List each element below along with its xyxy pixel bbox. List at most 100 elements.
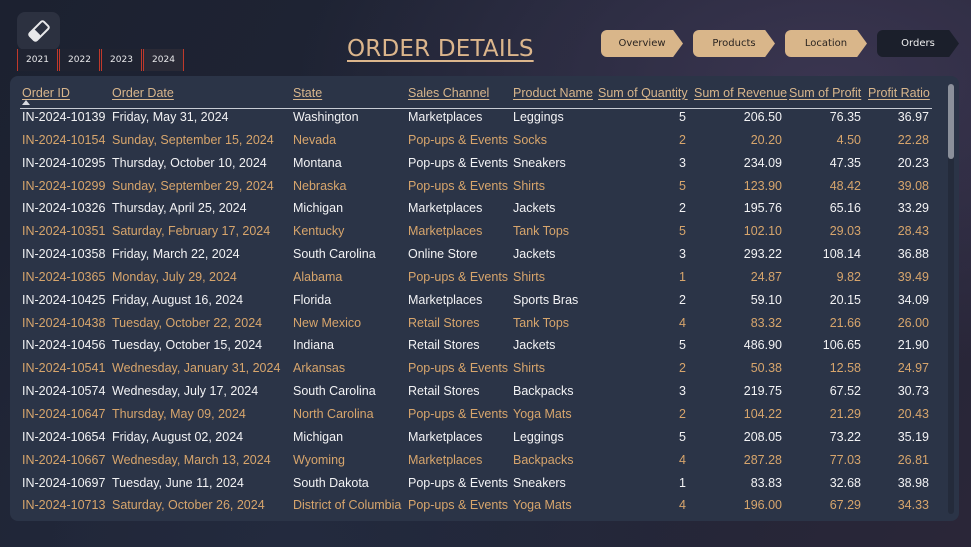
cell-sales-channel: Retail Stores [408, 315, 480, 330]
cell-sum-of-quantity: 3 [679, 384, 686, 399]
table-row[interactable]: IN-2024-10667 Wednesday, March 13, 2024 Wy… [10, 449, 950, 472]
cell-profit-ratio: 39.08 [897, 178, 929, 193]
cell-sum-of-revenue: 208.05 [743, 429, 782, 444]
cell-order-date: Wednesday, March 13, 2024 [112, 452, 271, 467]
cell-product-name: Tank Tops [513, 224, 570, 239]
nav-location-button[interactable]: Location [785, 30, 867, 57]
cell-sum-of-profit: 65.16 [829, 201, 861, 216]
cell-product-name: Shirts [513, 361, 545, 376]
cell-sales-channel: Pop-ups & Events [408, 498, 509, 513]
nav-orders-button[interactable]: Orders [877, 30, 959, 57]
cell-state: South Dakota [293, 475, 369, 490]
logo-button[interactable] [17, 12, 60, 50]
cell-product-name: Sports Bras [513, 292, 579, 307]
table-row[interactable]: IN-2024-10351 Saturday, February 17, 2024… [10, 220, 950, 243]
cell-sales-channel: Pop-ups & Events [408, 132, 509, 147]
column-header-order-date[interactable]: Order Date [112, 86, 174, 100]
cell-sum-of-revenue: 123.90 [743, 178, 782, 193]
cell-sum-of-quantity: 4 [679, 498, 686, 513]
cell-order-date: Thursday, October 10, 2024 [112, 155, 267, 170]
year-button-2021[interactable]: 2021 [17, 49, 58, 71]
column-header-sales-channel[interactable]: Sales Channel [408, 86, 489, 100]
cell-order-id: IN-2024-10647 [22, 406, 106, 421]
cell-state: North Carolina [293, 406, 374, 421]
cell-sum-of-quantity: 3 [679, 247, 686, 262]
cell-order-id: IN-2024-10295 [22, 155, 106, 170]
table-row[interactable]: IN-2024-10713 Saturday, October 26, 2024 D… [10, 494, 950, 517]
cell-sum-of-profit: 21.29 [829, 406, 861, 421]
table-header: Order ID Order Date State Sales Channel … [10, 76, 950, 108]
table-row[interactable]: IN-2024-10358 Friday, March 22, 2024 South… [10, 243, 950, 266]
cell-order-id: IN-2024-10697 [22, 475, 106, 490]
table-row[interactable]: IN-2024-10574 Wednesday, July 17, 2024 Sou… [10, 380, 950, 403]
nav-products-button[interactable]: Products [693, 30, 775, 57]
cell-order-id: IN-2024-10154 [22, 132, 106, 147]
cell-sum-of-revenue: 195.76 [743, 201, 782, 216]
cell-product-name: Sneakers [513, 475, 566, 490]
cell-sum-of-revenue: 293.22 [743, 247, 782, 262]
cell-sum-of-quantity: 5 [679, 110, 686, 124]
cell-sum-of-revenue: 20.20 [750, 132, 782, 147]
column-header-order-id[interactable]: Order ID [22, 86, 70, 100]
table-row[interactable]: IN-2024-10654 Friday, August 02, 2024 Mich… [10, 426, 950, 449]
table-row[interactable]: IN-2024-10154 Sunday, September 15, 2024 N… [10, 129, 950, 152]
nav-overview-button[interactable]: Overview [601, 30, 683, 57]
year-button-2023[interactable]: 2023 [101, 49, 142, 71]
table-row[interactable]: IN-2024-10139 Friday, May 31, 2024 Washing… [10, 106, 950, 129]
column-header-sum-of-revenue[interactable]: Sum of Revenue [694, 86, 787, 100]
cell-sum-of-quantity: 2 [679, 201, 686, 216]
cell-order-id: IN-2024-10351 [22, 224, 106, 239]
column-header-profit-ratio[interactable]: Profit Ratio [868, 86, 930, 100]
table-row[interactable]: IN-2024-10541 Wednesday, January 31, 2024… [10, 357, 950, 380]
cell-sum-of-revenue: 83.83 [750, 475, 782, 490]
cell-profit-ratio: 30.73 [897, 384, 929, 399]
table-row[interactable]: IN-2024-10326 Thursday, April 25, 2024 Mic… [10, 197, 950, 220]
cell-sum-of-revenue: 24.87 [750, 269, 782, 284]
scrollbar-thumb[interactable] [948, 84, 954, 159]
table-row[interactable]: IN-2024-10647 Thursday, May 09, 2024 North… [10, 403, 950, 426]
table-row[interactable]: IN-2024-10365 Monday, July 29, 2024 Alabam… [10, 266, 950, 289]
cell-profit-ratio: 36.97 [897, 110, 929, 124]
table-row[interactable]: IN-2024-10697 Tuesday, June 11, 2024 South… [10, 472, 950, 495]
cell-product-name: Backpacks [513, 384, 574, 399]
cell-sum-of-profit: 4.50 [836, 132, 861, 147]
cell-state: South Carolina [293, 247, 376, 262]
cell-product-name: Leggings [513, 110, 564, 124]
cell-order-date: Friday, March 22, 2024 [112, 247, 240, 262]
cell-profit-ratio: 34.33 [897, 498, 929, 513]
cell-product-name: Backpacks [513, 452, 574, 467]
year-button-2022[interactable]: 2022 [59, 49, 100, 71]
cell-sum-of-quantity: 5 [679, 178, 686, 193]
year-slicer: 2021 2022 2023 2024 [17, 49, 184, 71]
cell-order-date: Wednesday, July 17, 2024 [112, 384, 259, 399]
column-header-state[interactable]: State [293, 86, 322, 100]
cell-profit-ratio: 35.19 [897, 429, 929, 444]
year-button-2024[interactable]: 2024 [143, 49, 184, 71]
cell-sales-channel: Retail Stores [408, 384, 480, 399]
cell-sales-channel: Marketplaces [408, 452, 483, 467]
cell-order-date: Wednesday, January 31, 2024 [112, 361, 281, 376]
cell-sum-of-revenue: 234.09 [743, 155, 782, 170]
table-body: IN-2024-10139 Friday, May 31, 2024 Washing… [10, 106, 950, 517]
cell-sum-of-profit: 12.58 [829, 361, 861, 376]
cell-order-id: IN-2024-10365 [22, 269, 106, 284]
cell-product-name: Tank Tops [513, 315, 570, 330]
cell-sum-of-revenue: 287.28 [743, 452, 782, 467]
cell-profit-ratio: 26.00 [897, 315, 929, 330]
cell-profit-ratio: 28.43 [897, 224, 929, 239]
cell-order-date: Friday, August 02, 2024 [112, 429, 244, 444]
cell-order-id: IN-2024-10299 [22, 178, 106, 193]
table-row[interactable]: IN-2024-10456 Tuesday, October 15, 2024 In… [10, 334, 950, 357]
cell-product-name: Jackets [513, 338, 556, 353]
cell-sum-of-profit: 29.03 [829, 224, 861, 239]
column-header-sum-of-profit[interactable]: Sum of Profit [789, 86, 861, 100]
column-header-product-name[interactable]: Product Name [513, 86, 593, 100]
table-row[interactable]: IN-2024-10299 Sunday, September 29, 2024 N… [10, 175, 950, 198]
cell-product-name: Leggings [513, 429, 564, 444]
cell-state: Nebraska [293, 178, 347, 193]
column-header-sum-of-quantity[interactable]: Sum of Quantity [598, 86, 688, 100]
table-row[interactable]: IN-2024-10438 Tuesday, October 22, 2024 Ne… [10, 312, 950, 335]
table-row[interactable]: IN-2024-10295 Thursday, October 10, 2024 M… [10, 152, 950, 175]
table-row[interactable]: IN-2024-10425 Friday, August 16, 2024 Flor… [10, 289, 950, 312]
cell-profit-ratio: 20.23 [897, 155, 929, 170]
